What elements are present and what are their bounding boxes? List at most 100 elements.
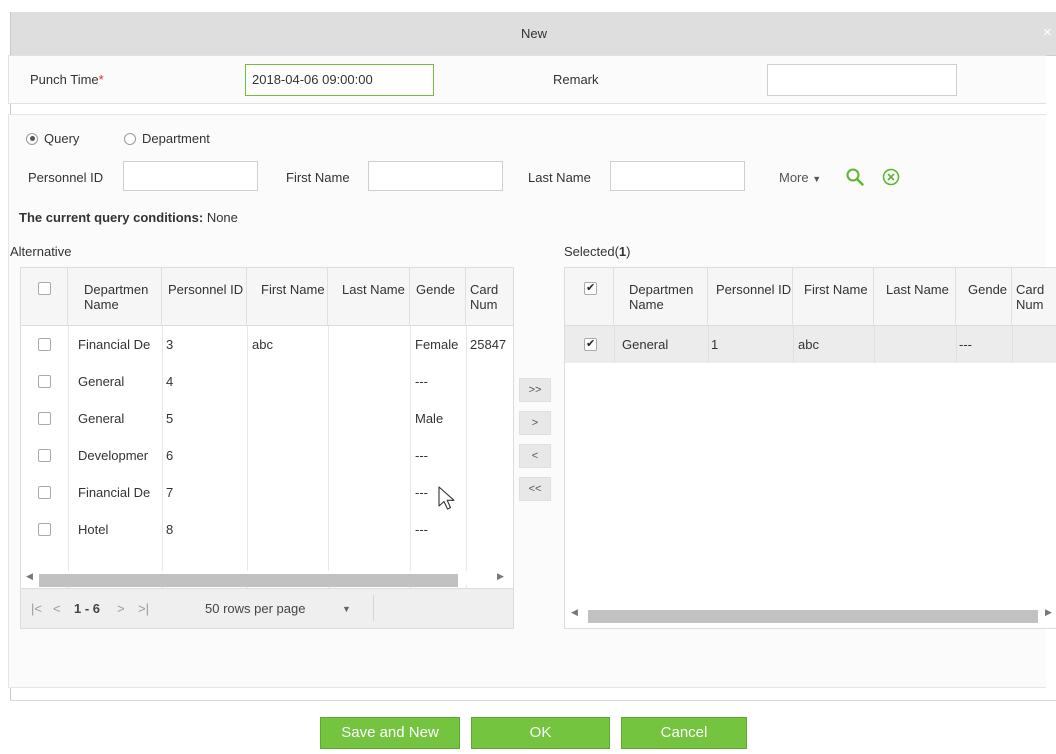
dialog-titlebar[interactable]: New × — [11, 12, 1056, 56]
more-label: More — [779, 170, 809, 185]
alternative-title: Alternative — [10, 244, 72, 259]
col-first-name[interactable]: First Name — [247, 268, 328, 326]
clear-query-icon[interactable] — [881, 167, 901, 187]
selected-hscrollbar[interactable]: ◀ ▶ — [565, 607, 1056, 623]
query-conditions-value: None — [206, 210, 238, 225]
selected-grid: Departmen Name Personnel ID First Name L… — [564, 267, 1056, 629]
add-button[interactable]: > — [519, 411, 551, 435]
table-row[interactable]: Financial De 3 abc Female 25847 — [21, 326, 513, 363]
row-checkbox[interactable] — [38, 449, 51, 462]
first-name-label: First Name — [286, 170, 350, 185]
table-row[interactable]: General 5 Male — [21, 400, 513, 437]
add-all-button[interactable]: >> — [519, 378, 551, 402]
col-department-name[interactable]: Departmen Name — [68, 268, 162, 326]
row-checkbox[interactable] — [38, 412, 51, 425]
save-and-new-button[interactable]: Save and New — [320, 717, 460, 749]
col-personnel-id[interactable]: Personnel ID — [162, 268, 247, 326]
cell-first-name: abc — [252, 337, 273, 352]
table-row[interactable]: General 4 --- — [21, 363, 513, 400]
scroll-right-icon[interactable]: ▶ — [497, 571, 504, 582]
more-dropdown[interactable]: More ▼ — [779, 170, 821, 185]
cell-personnel-id: 6 — [166, 448, 174, 463]
col-gender[interactable]: Gende — [410, 268, 466, 326]
prev-page-button[interactable]: < — [53, 601, 61, 616]
cell-department: Hotel — [78, 522, 109, 537]
cell-personnel-id: 4 — [166, 374, 174, 389]
row-checkbox[interactable] — [38, 338, 51, 351]
close-icon[interactable]: × — [1043, 24, 1056, 41]
scrollbar-thumb[interactable] — [39, 574, 458, 587]
pagination-bar: |< < 1 - 6 > >| 50 rows per page ▼ — [21, 588, 513, 628]
col-department-name[interactable]: Departmen Name — [614, 268, 708, 326]
ok-button[interactable]: OK — [471, 717, 610, 749]
table-row[interactable]: Hotel 8 --- — [21, 511, 513, 548]
row-checkbox[interactable] — [584, 337, 597, 351]
punch-time-label: Punch Time* — [30, 72, 104, 87]
radio-unchecked-icon — [124, 132, 136, 145]
scrollbar-thumb[interactable] — [588, 610, 1038, 623]
last-name-input[interactable] — [610, 161, 745, 191]
scroll-left-icon[interactable]: ◀ — [571, 607, 578, 618]
alternative-grid: Departmen Name Personnel ID First Name L… — [20, 267, 514, 629]
col-last-name[interactable]: Last Name — [874, 268, 956, 326]
selected-title: Selected(1) — [564, 244, 631, 259]
first-name-input[interactable] — [368, 161, 503, 191]
row-checkbox[interactable] — [38, 523, 51, 536]
remove-all-button[interactable]: << — [519, 477, 551, 501]
query-radio-label: Query — [44, 131, 80, 146]
selected-grid-header: Departmen Name Personnel ID First Name L… — [565, 268, 1056, 326]
last-name-label: Last Name — [528, 170, 591, 185]
select-all-checkbox[interactable] — [38, 282, 51, 295]
select-all-checkbox[interactable] — [584, 281, 597, 296]
alternative-hscrollbar[interactable]: ◀ ▶ — [21, 571, 513, 587]
cell-department: Developmer — [78, 448, 149, 463]
cell-first-name: abc — [798, 337, 819, 352]
first-page-button[interactable]: |< — [31, 601, 42, 616]
cell-department: General — [78, 374, 125, 389]
remove-button[interactable]: < — [519, 444, 551, 468]
personnel-id-label: Personnel ID — [28, 170, 104, 185]
cancel-button[interactable]: Cancel — [621, 717, 747, 749]
col-card-num[interactable]: Card Num — [1012, 268, 1056, 326]
mouse-cursor-icon — [438, 486, 455, 510]
query-conditions: The current query conditions: None — [19, 210, 238, 225]
cell-gender: --- — [415, 522, 428, 537]
remark-input[interactable] — [767, 64, 957, 96]
page-range: 1 - 6 — [74, 601, 101, 616]
cell-personnel-id: 8 — [166, 522, 174, 537]
query-radio[interactable]: Query — [26, 131, 79, 146]
alternative-grid-header: Departmen Name Personnel ID First Name L… — [21, 268, 513, 326]
cell-personnel-id: 5 — [166, 411, 174, 426]
cell-department: General — [78, 411, 125, 426]
punch-time-input[interactable]: 2018-04-06 09:00:00 — [245, 64, 434, 96]
col-personnel-id[interactable]: Personnel ID — [708, 268, 793, 326]
cell-personnel-id: 3 — [166, 337, 174, 352]
cell-gender: Male — [415, 411, 444, 426]
table-row[interactable]: Developmer 6 --- — [21, 437, 513, 474]
cell-gender: --- — [415, 448, 428, 463]
cell-gender: Female — [415, 337, 459, 352]
col-card-num[interactable]: Card Num — [466, 268, 513, 326]
remark-label: Remark — [553, 72, 599, 87]
cell-department: General — [622, 337, 669, 352]
cell-personnel-id: 1 — [711, 337, 719, 352]
col-first-name[interactable]: First Name — [793, 268, 874, 326]
next-page-button[interactable]: > — [117, 601, 125, 616]
last-page-button[interactable]: >| — [138, 601, 149, 616]
department-radio[interactable]: Department — [124, 131, 210, 146]
row-checkbox[interactable] — [38, 486, 51, 499]
scroll-right-icon[interactable]: ▶ — [1045, 607, 1052, 618]
personnel-id-input[interactable] — [123, 161, 258, 191]
department-radio-label: Department — [142, 131, 210, 146]
dialog-title: New — [520, 26, 547, 41]
rows-per-page-select[interactable]: 50 rows per page — [205, 601, 305, 616]
row-checkbox[interactable] — [38, 375, 51, 388]
col-gender[interactable]: Gende — [956, 268, 1012, 326]
table-row[interactable]: General 1 abc --- — [565, 326, 1056, 363]
rows-per-page-caret-icon[interactable]: ▼ — [342, 604, 351, 614]
scroll-left-icon[interactable]: ◀ — [26, 571, 33, 582]
cell-personnel-id: 7 — [166, 485, 174, 500]
col-last-name[interactable]: Last Name — [328, 268, 410, 326]
cell-card-num: 25847 — [470, 337, 507, 352]
search-icon[interactable] — [845, 167, 865, 187]
